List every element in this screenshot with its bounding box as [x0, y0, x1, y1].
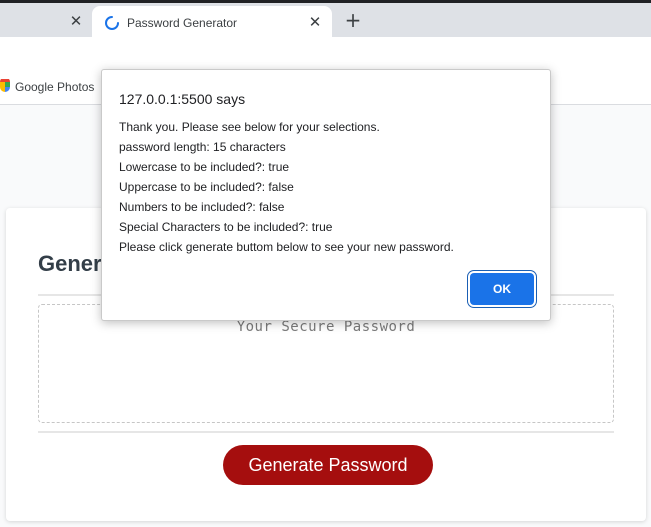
tab-strip: ✕ Password Generator ✕ +: [0, 0, 651, 40]
dialog-message-line: Thank you. Please see below for your sel…: [119, 120, 380, 134]
bookmark-google-photos[interactable]: Google Photos: [0, 78, 94, 96]
tab-password-generator[interactable]: Password Generator ✕: [92, 6, 332, 40]
loading-spinner-icon: [105, 16, 119, 30]
dialog-message-line: Please click generate buttom below to se…: [119, 240, 454, 254]
tab-title: Password Generator: [127, 16, 238, 30]
dialog-message-line: Lowercase to be included?: true: [119, 160, 290, 174]
tab-inactive[interactable]: ✕: [0, 6, 92, 40]
dialog-message: Thank you. Please see below for your sel…: [119, 120, 539, 260]
browser-toolbar: [0, 37, 651, 69]
dialog-origin: 127.0.0.1:5500 says: [119, 91, 246, 107]
dialog-message-line: Numbers to be included?: false: [119, 200, 285, 214]
alert-dialog: 127.0.0.1:5500 says Thank you. Please se…: [101, 69, 551, 321]
bookmark-label: Google Photos: [15, 80, 95, 94]
divider: [38, 431, 614, 433]
dialog-message-line: Special Characters to be included?: true: [119, 220, 333, 234]
google-photos-icon: [0, 79, 10, 92]
generate-password-button[interactable]: Generate Password: [223, 445, 433, 485]
close-tab-icon[interactable]: ✕: [307, 14, 323, 30]
ok-button[interactable]: OK: [470, 273, 534, 305]
dialog-message-line: Uppercase to be included?: false: [119, 180, 294, 194]
close-tab-icon[interactable]: ✕: [68, 13, 84, 29]
password-output[interactable]: [38, 304, 614, 423]
dialog-message-line: password length: 15 characters: [119, 140, 286, 154]
new-tab-button[interactable]: +: [343, 10, 363, 30]
